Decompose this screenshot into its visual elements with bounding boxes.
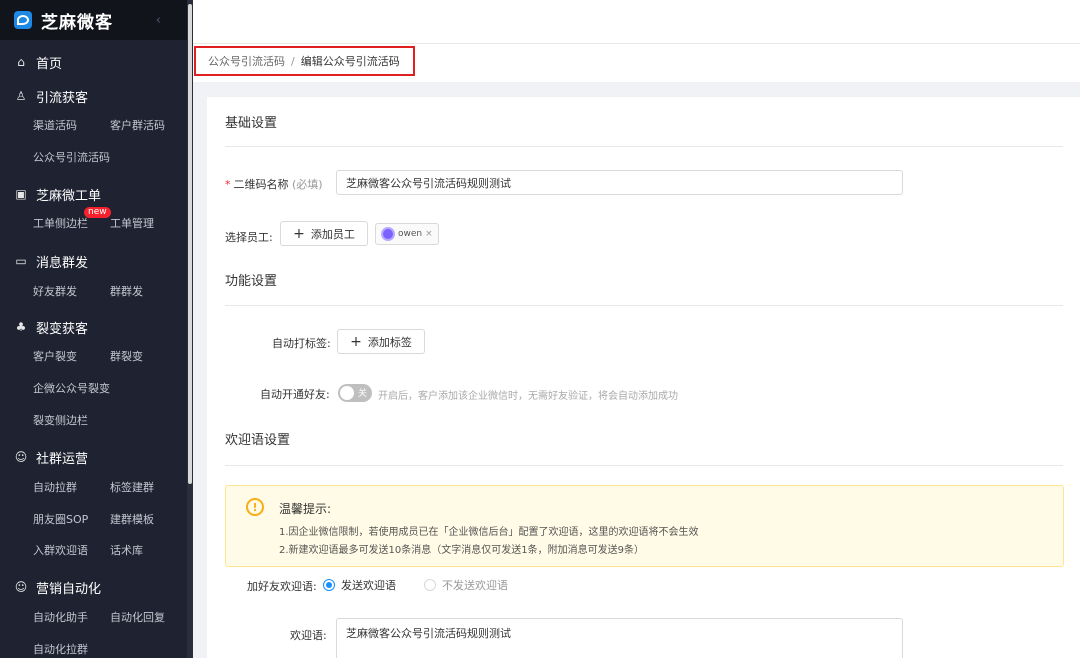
home-icon: ⌂ xyxy=(17,55,25,69)
sidebar-item-ticket-sidebar[interactable]: 工单侧边栏 xyxy=(33,215,88,231)
breadcrumb-parent[interactable]: 公众号引流活码 xyxy=(208,53,285,69)
sidebar-item-group-broadcast[interactable]: 群群发 xyxy=(110,283,143,299)
staff-tag: owen × xyxy=(375,223,439,245)
plus-icon: + xyxy=(350,333,362,350)
avatar xyxy=(381,227,395,241)
auto-friend-label: 自动开通好友: xyxy=(260,388,330,401)
close-icon[interactable]: × xyxy=(425,229,433,239)
user-icon: ♙ xyxy=(15,89,27,103)
menu-community-label: 社群运营 xyxy=(36,451,89,467)
menu-home-label: 首页 xyxy=(36,56,63,72)
brand-name: 芝麻微客 xyxy=(41,12,113,33)
sidebar-item-friend-broadcast[interactable]: 好友群发 xyxy=(33,283,77,299)
menu-home[interactable]: ⌂ 首页 xyxy=(0,51,62,73)
community-icon: ☺ xyxy=(14,450,28,464)
sidebar-item-group-fission[interactable]: 群裂变 xyxy=(110,348,143,364)
section-welcome-title: 欢迎语设置 xyxy=(225,433,291,448)
sidebar-item-tag-group[interactable]: 标签建群 xyxy=(110,479,154,495)
sidebar-item-group-template[interactable]: 建群模板 xyxy=(110,511,154,527)
sidebar-item-auto-reply[interactable]: 自动化回复 xyxy=(110,609,165,625)
qr-name-input[interactable]: 芝麻微客公众号引流活码规则测试 xyxy=(336,170,903,195)
divider xyxy=(225,465,1063,466)
sidebar-item-wework-fission[interactable]: 企微公众号裂变 xyxy=(33,380,110,396)
sidebar-item-group-code[interactable]: 客户群活码 xyxy=(110,117,165,133)
menu-broadcast-label: 消息群发 xyxy=(36,255,89,271)
menu-traffic[interactable]: ♙ 引流获客 xyxy=(0,85,88,107)
sidebar-item-moments-sop[interactable]: 朋友圈SOP xyxy=(33,511,88,527)
new-badge: new xyxy=(84,207,111,218)
menu-community[interactable]: ☺ 社群运营 xyxy=(0,446,88,468)
staff-tag-label: owen xyxy=(398,229,423,239)
auto-friend-toggle[interactable]: 关 xyxy=(338,384,372,402)
chevron-left-icon[interactable]: ‹ xyxy=(156,13,161,28)
alert-title: 温馨提示: xyxy=(279,502,332,516)
brand-header: 芝麻微客 ‹ xyxy=(0,0,187,40)
radio-dot xyxy=(323,579,335,591)
required-mark: * xyxy=(225,178,231,191)
sidebar-item-auto-group[interactable]: 自动拉群 xyxy=(33,479,77,495)
breadcrumb-separator: / xyxy=(291,54,295,68)
auto-tag-label: 自动打标签: xyxy=(272,337,331,350)
message-icon: ▭ xyxy=(15,254,27,268)
share-icon: ♣ xyxy=(15,320,27,334)
welcome-textarea[interactable]: 芝麻微客公众号引流活码规则测试 xyxy=(336,618,903,658)
warning-icon: ! xyxy=(246,498,264,516)
radio-send-welcome[interactable]: 发送欢迎语 xyxy=(323,577,396,593)
add-staff-button[interactable]: + 添加员工 xyxy=(280,221,368,246)
radio-no-welcome[interactable]: 不发送欢迎语 xyxy=(424,577,508,593)
toggle-text: 关 xyxy=(357,389,367,399)
toggle-knob xyxy=(340,386,354,400)
brand-logo-icon xyxy=(14,11,32,29)
sidebar-item-auto-pull-group[interactable]: 自动化拉群 xyxy=(33,641,88,657)
alert-line-2: 2.新建欢迎语最多可发送10条消息（文字消息仅可发送1条，附加消息可发送9条） xyxy=(279,545,644,556)
ticket-icon: ▣ xyxy=(15,187,27,201)
staff-label: 选择员工: xyxy=(225,231,273,244)
sidebar-item-ticket-manage[interactable]: 工单管理 xyxy=(110,215,154,231)
add-tag-button[interactable]: + 添加标签 xyxy=(337,329,425,354)
menu-automation[interactable]: ☺ 营销自动化 xyxy=(0,576,101,598)
sidebar-scrollbar-thumb[interactable] xyxy=(188,4,192,484)
add-staff-label: 添加员工 xyxy=(310,227,355,241)
top-header xyxy=(193,0,1080,44)
divider xyxy=(225,146,1063,147)
breadcrumb-current: 编辑公众号引流活码 xyxy=(300,55,400,68)
menu-ticket-label: 芝麻微工单 xyxy=(36,188,102,204)
radio-dot xyxy=(424,579,436,591)
sidebar-item-script-library[interactable]: 话术库 xyxy=(110,542,143,558)
sidebar-item-fission-sidebar[interactable]: 裂变侧边栏 xyxy=(33,412,88,428)
menu-automation-label: 营销自动化 xyxy=(36,581,102,597)
menu-ticket[interactable]: ▣ 芝麻微工单 xyxy=(0,183,101,205)
qr-name-label-text: 二维码名称 xyxy=(233,178,289,191)
auto-friend-description: 开启后，客户添加该企业微信时，无需好友验证，将会自动添加成功 xyxy=(378,391,678,402)
divider xyxy=(225,305,1063,306)
required-hint: (必填) xyxy=(292,178,323,191)
radio-send-label: 发送欢迎语 xyxy=(341,579,396,592)
welcome-label: 欢迎语: xyxy=(290,629,327,642)
section-function-title: 功能设置 xyxy=(225,274,278,289)
sidebar-item-auto-assistant[interactable]: 自动化助手 xyxy=(33,609,88,625)
sidebar-scrollbar[interactable] xyxy=(187,0,193,658)
sidebar: 芝麻微客 ‹ ⌂ 首页 ♙ 引流获客 渠道活码 客户群活码 公众号引流活码 ▣ … xyxy=(0,0,193,658)
plus-icon: + xyxy=(293,225,305,242)
friend-welcome-label: 加好友欢迎语: xyxy=(247,580,317,593)
menu-traffic-label: 引流获客 xyxy=(36,90,89,106)
add-tag-label: 添加标签 xyxy=(367,335,412,349)
breadcrumb: 公众号引流活码 / 编辑公众号引流活码 xyxy=(194,46,415,76)
automation-icon: ☺ xyxy=(14,580,28,594)
sidebar-item-channel-code[interactable]: 渠道活码 xyxy=(33,117,77,133)
sidebar-item-group-welcome[interactable]: 入群欢迎语 xyxy=(33,542,88,558)
section-basic-title: 基础设置 xyxy=(225,116,278,131)
alert-line-1: 1.因企业微信限制，若使用成员已在「企业微信后台」配置了欢迎语，这里的欢迎语将不… xyxy=(279,527,699,538)
menu-fission-label: 裂变获客 xyxy=(36,321,89,337)
warning-alert: ! 温馨提示: 1.因企业微信限制，若使用成员已在「企业微信后台」配置了欢迎语，… xyxy=(225,485,1064,567)
sidebar-item-customer-fission[interactable]: 客户裂变 xyxy=(33,348,77,364)
sidebar-item-official-account-code[interactable]: 公众号引流活码 xyxy=(33,149,110,165)
radio-nosend-label: 不发送欢迎语 xyxy=(442,579,508,592)
menu-broadcast[interactable]: ▭ 消息群发 xyxy=(0,250,88,272)
qr-name-label: * 二维码名称 (必填) xyxy=(225,176,323,192)
menu-fission[interactable]: ♣ 裂变获客 xyxy=(0,316,88,338)
